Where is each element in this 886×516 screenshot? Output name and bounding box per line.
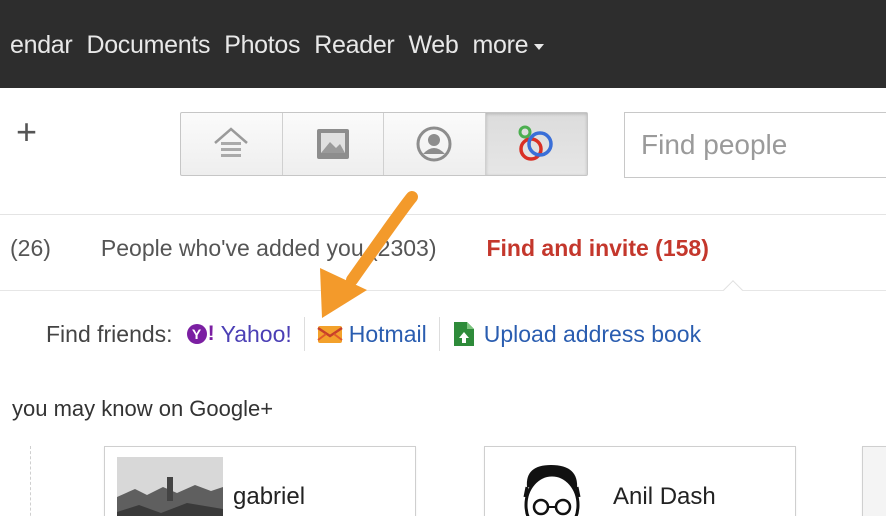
people-tabs: (26) People who've added you (2303) Find… <box>0 228 709 268</box>
tab-partial-count[interactable]: (26) <box>10 235 51 262</box>
upload-label: Upload address book <box>483 320 702 347</box>
person-card[interactable]: gabriel <box>104 446 416 516</box>
profile-button[interactable] <box>384 113 486 175</box>
home-icon <box>214 127 249 157</box>
circles-icon <box>518 125 553 161</box>
nav-item-documents[interactable]: Documents <box>86 31 224 60</box>
person-card[interactable] <box>862 446 886 516</box>
yahoo-link[interactable]: Y! Yahoo! <box>186 320 292 348</box>
person-card[interactable]: Anil Dash <box>484 446 796 516</box>
upload-address-book-link[interactable]: Upload address book <box>452 320 701 348</box>
circles-button[interactable] <box>485 113 587 175</box>
photos-button[interactable] <box>283 113 384 175</box>
nav-item-more[interactable]: more <box>473 31 559 60</box>
yahoo-icon: Y! <box>186 322 215 346</box>
separator <box>438 317 440 351</box>
tab-find-and-invite[interactable]: Find and invite (158) <box>486 235 708 262</box>
chevron-down-icon <box>534 44 545 50</box>
upload-file-icon <box>453 322 474 346</box>
find-people-input[interactable] <box>624 112 886 178</box>
hotmail-link[interactable]: Hotmail <box>317 321 427 348</box>
person-name[interactable]: Anil Dash <box>613 483 716 511</box>
yahoo-label: Yahoo! <box>220 320 292 347</box>
person-name[interactable]: gabriel <box>233 483 305 511</box>
add-plus-button[interactable]: + <box>16 114 48 150</box>
hotmail-label: Hotmail <box>348 320 427 347</box>
nav-item-calendar[interactable]: endar <box>10 31 86 60</box>
separator <box>303 317 305 351</box>
nav-item-web[interactable]: Web <box>408 31 472 60</box>
hotmail-icon <box>317 326 343 343</box>
avatar <box>117 457 223 516</box>
active-tab-pointer <box>723 280 743 300</box>
find-friends-label: Find friends: <box>46 320 173 347</box>
avatar <box>497 457 603 516</box>
photos-icon <box>316 129 349 159</box>
nav-item-reader[interactable]: Reader <box>314 31 408 60</box>
profile-icon <box>416 126 452 162</box>
tab-people-added-you[interactable]: People who've added you (2303) <box>101 235 437 262</box>
dotted-divider <box>30 446 31 516</box>
suggestions-heading: you may know on Google+ <box>12 396 274 421</box>
top-navigation-bar: endar Documents Photos Reader Web more <box>0 0 886 88</box>
find-friends-bar: Find friends: Y! Yahoo! Hotmail Upload a… <box>46 312 701 356</box>
top-nav-links: endar Documents Photos Reader Web more <box>0 27 558 63</box>
nav-more-label: more <box>472 30 529 59</box>
nav-item-photos[interactable]: Photos <box>224 31 314 60</box>
divider <box>0 290 886 291</box>
view-switcher <box>180 112 588 176</box>
home-button[interactable] <box>181 113 283 175</box>
divider <box>0 214 886 215</box>
